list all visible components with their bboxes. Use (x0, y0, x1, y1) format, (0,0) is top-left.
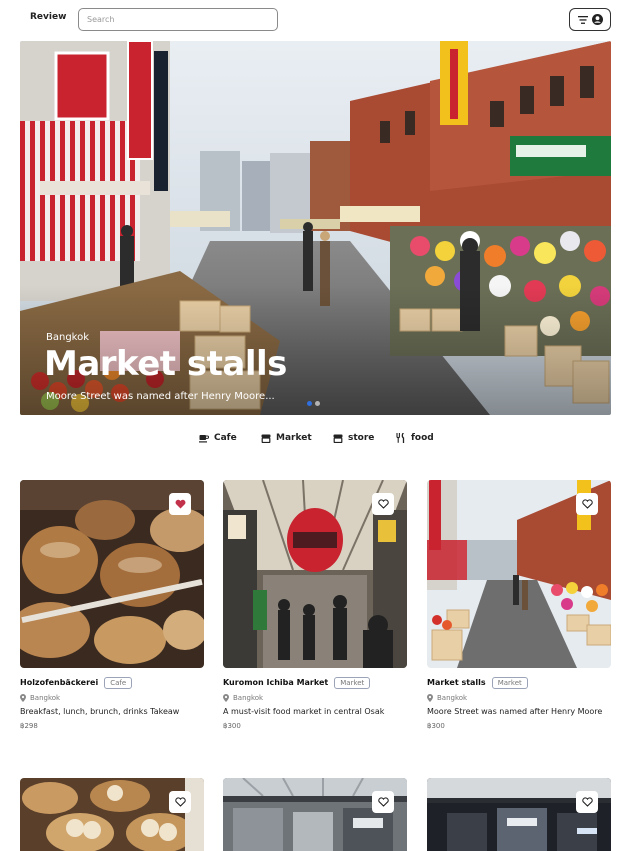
hero-description: Moore Street was named after Henry Moore… (46, 391, 275, 402)
location-pin-icon (223, 694, 229, 702)
app-logo[interactable]: Review (30, 12, 66, 22)
place-card[interactable]: Holzofenbäckerei Cafe Bangkok Breakfast,… (20, 480, 204, 732)
place-price: ฿300 (427, 722, 445, 730)
top-bar: Review (0, 0, 631, 38)
place-location: Bangkok (30, 694, 61, 702)
place-description: Moore Street was named after Henry Moore (427, 707, 603, 716)
place-description: A must-visit food market in central Osak (223, 707, 385, 716)
user-circle-icon (591, 14, 603, 25)
favorite-button[interactable] (576, 493, 598, 515)
mall-interior-photo (223, 778, 407, 851)
store-icon (333, 434, 343, 443)
favorite-button[interactable] (372, 791, 394, 813)
heart-filled-icon (175, 499, 185, 509)
favorite-button[interactable] (576, 791, 598, 813)
place-card-image[interactable] (20, 778, 204, 851)
category-label: store (348, 433, 375, 443)
account-menu-button[interactable] (569, 8, 611, 31)
category-label: Cafe (214, 433, 237, 443)
place-card-image[interactable] (223, 480, 407, 668)
place-title[interactable]: Kuromon Ichiba Market (223, 678, 328, 687)
place-card-image[interactable] (427, 778, 611, 851)
place-card[interactable]: Kuromon Ichiba Market Market Bangkok A m… (223, 480, 407, 732)
place-price: ฿298 (20, 722, 38, 730)
store-front-photo (427, 778, 611, 851)
carousel-dot[interactable] (315, 401, 320, 406)
carousel-dot-active[interactable] (307, 401, 312, 406)
place-card-image[interactable] (20, 480, 204, 668)
hero-carousel[interactable]: Bangkok Market stalls Moore Street was n… (20, 41, 611, 415)
coffee-cup-icon (199, 434, 209, 442)
place-card[interactable]: Market stalls Market Bangkok Moore Stree… (427, 480, 611, 732)
place-location: Bangkok (233, 694, 264, 702)
hero-title[interactable]: Market stalls (44, 344, 287, 384)
hero-location: Bangkok (46, 332, 90, 343)
category-filter-bar: Cafe Market store food (0, 433, 631, 449)
category-store[interactable]: store (333, 433, 374, 443)
place-title[interactable]: Holzofenbäckerei (20, 678, 98, 687)
place-location: Bangkok (437, 694, 468, 702)
heart-outline-icon (377, 499, 389, 509)
category-badge: Market (334, 676, 371, 689)
category-market[interactable]: Market (261, 433, 312, 443)
place-title[interactable]: Market stalls (427, 678, 486, 687)
place-description: Breakfast, lunch, brunch, drinks Takeaw (20, 707, 180, 716)
place-price: ฿300 (223, 722, 241, 730)
category-label: Market (276, 433, 312, 443)
location-pin-icon (427, 694, 433, 702)
place-card-image[interactable] (223, 778, 407, 851)
place-card-image[interactable] (427, 480, 611, 668)
search-input[interactable] (78, 8, 278, 31)
hamburger-icon (577, 15, 588, 24)
category-badge: Cafe (104, 676, 133, 689)
fork-knife-icon (396, 433, 405, 443)
favorite-button[interactable] (169, 493, 191, 515)
carousel-indicator[interactable] (307, 401, 320, 406)
shop-icon (261, 434, 271, 443)
category-label: food (411, 433, 434, 443)
heart-outline-icon (581, 499, 593, 509)
place-card[interactable] (427, 778, 611, 851)
category-food[interactable]: food (396, 433, 434, 443)
category-badge: Market (491, 676, 528, 689)
location-pin-icon (20, 694, 26, 702)
place-card[interactable] (20, 778, 204, 851)
dim-sum-photo (20, 778, 204, 851)
heart-outline-icon (581, 797, 593, 807)
place-card[interactable] (223, 778, 407, 851)
category-cafe[interactable]: Cafe (199, 433, 237, 443)
heart-outline-icon (377, 797, 389, 807)
favorite-button[interactable] (372, 493, 394, 515)
